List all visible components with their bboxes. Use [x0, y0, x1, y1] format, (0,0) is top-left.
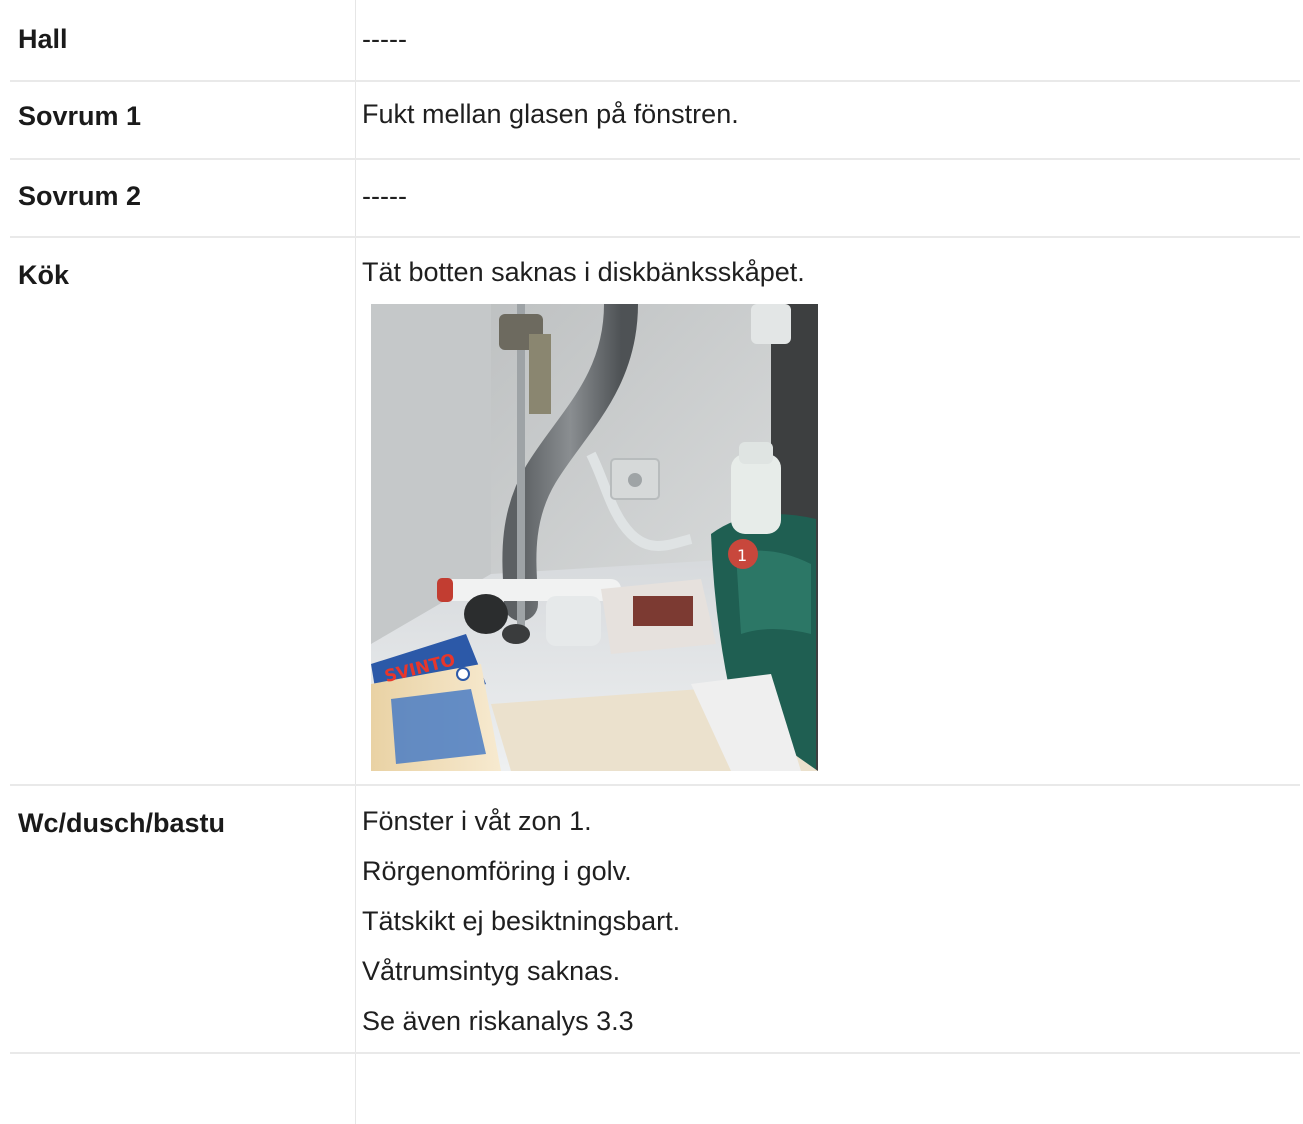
room-label-sovrum-1: Sovrum 1 [18, 101, 142, 131]
room-note-hall: ----- [362, 24, 407, 54]
badge-number-text: 1 [737, 546, 747, 565]
room-note-sovrum-1: Fukt mellan glasen på fönstren. [362, 99, 739, 129]
room-note-sovrum-2: ----- [362, 181, 407, 211]
room-note-line: Fönster i våt zon 1. [362, 806, 592, 836]
room-label-kok: Kök [18, 260, 70, 290]
room-note-line: Tätskikt ej besiktningsbart. [362, 906, 681, 936]
room-note-kok: Tät botten saknas i diskbänksskåpet. [362, 257, 805, 287]
room-note-line: Våtrumsintyg saknas. [362, 956, 621, 986]
table-row [10, 160, 1300, 238]
room-label-wc-dusch-bastu: Wc/dusch/bastu [18, 808, 226, 838]
room-label-sovrum-2: Sovrum 2 [18, 181, 142, 211]
table-row [10, 0, 1300, 82]
room-label-hall: Hall [18, 24, 68, 54]
room-notes-wc-dusch-bastu: Fönster i våt zon 1. Rörgenomföring i go… [362, 803, 680, 1053]
room-note-line: Se även riskanalys 3.3 [362, 1006, 634, 1036]
kitchen-sink-cabinet-photo: 1 SVINTO [371, 304, 818, 771]
room-note-line: Rörgenomföring i golv. [362, 856, 632, 886]
inspection-report-page: Hall ----- Sovrum 1 Fukt mellan glasen p… [0, 0, 1303, 1124]
